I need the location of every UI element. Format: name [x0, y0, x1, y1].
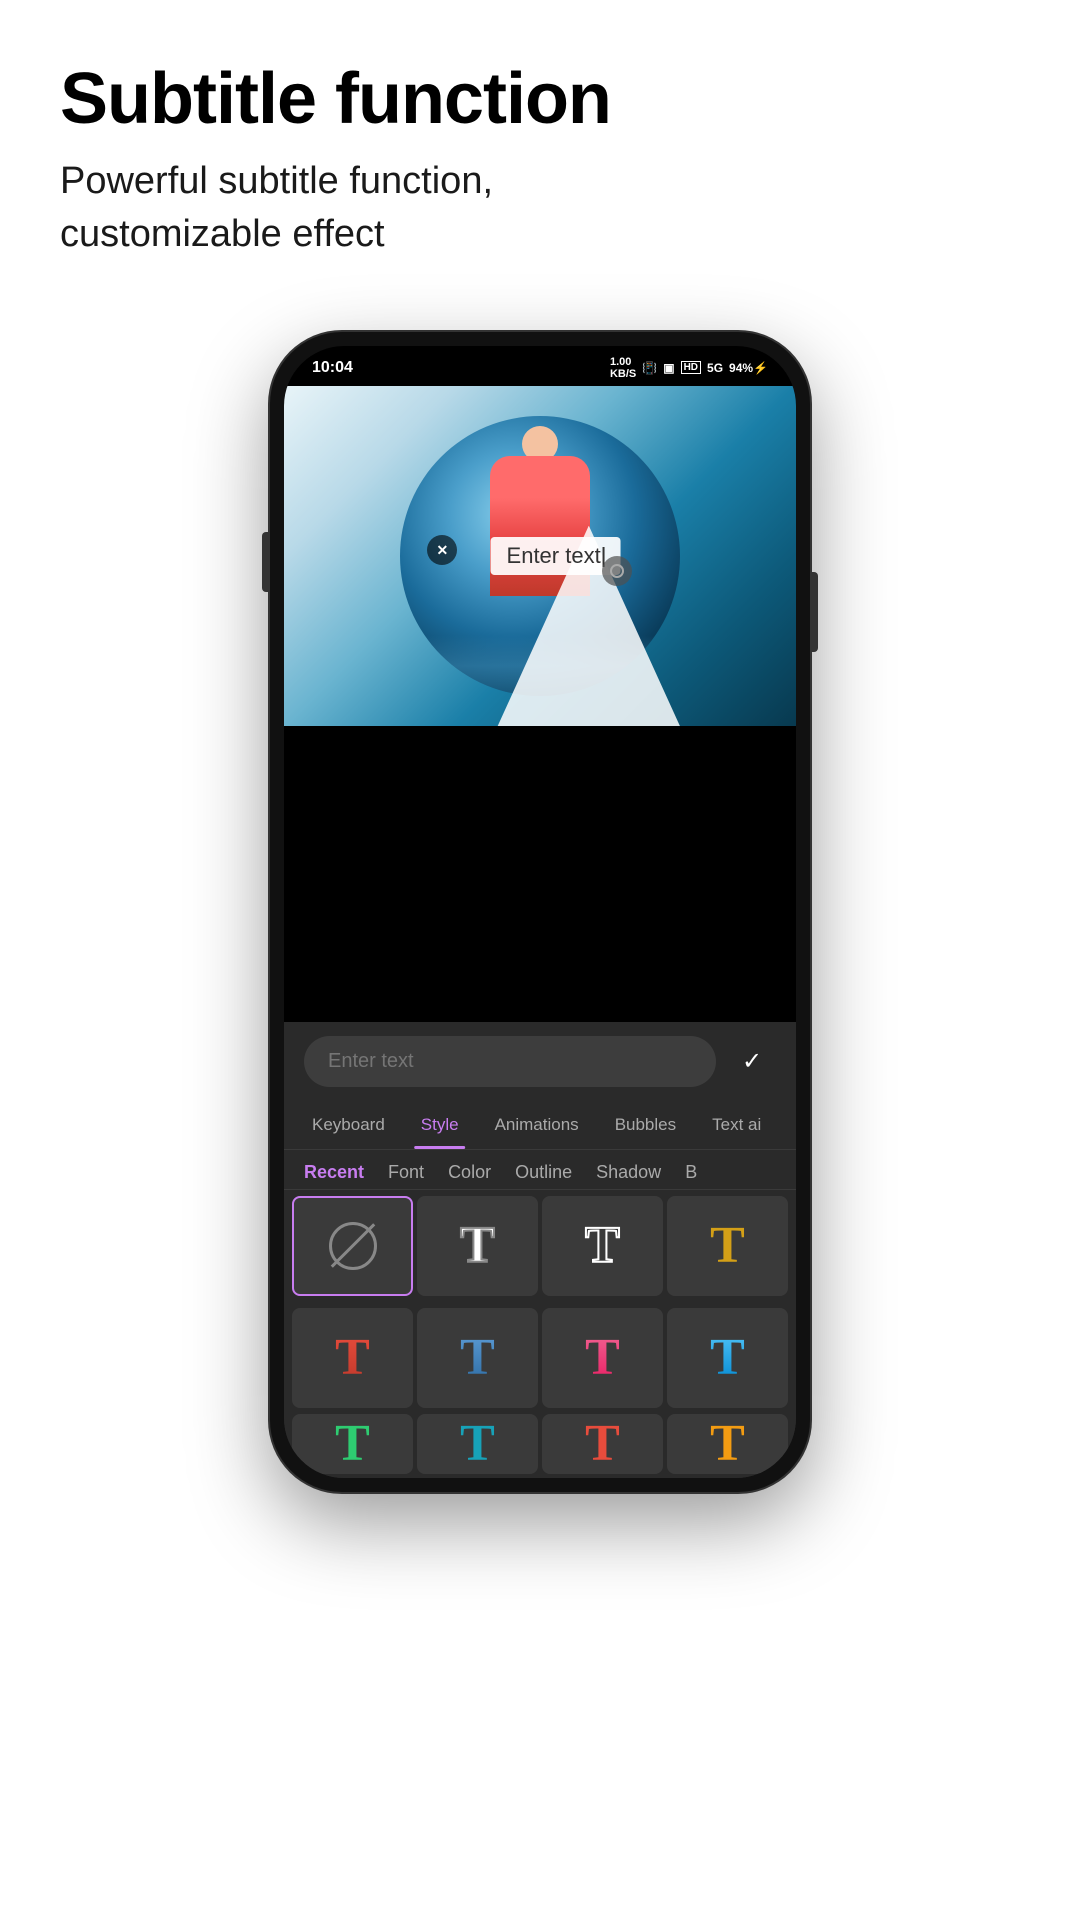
style-grid-row2: T T T T [284, 1302, 796, 1414]
phone-inner: 10:04 1.00KB/S 📳 ▣ HD 5G 94%⚡ [284, 346, 796, 1478]
sub-tab-font[interactable]: Font [388, 1162, 424, 1183]
sub-tab-recent[interactable]: Recent [304, 1162, 364, 1183]
t-letter-outline: T [585, 1220, 620, 1272]
data-speed-icon: 1.00KB/S [610, 356, 636, 380]
style-cell-blue2[interactable]: T [667, 1308, 788, 1408]
phone-outer: 10:04 1.00KB/S 📳 ▣ HD 5G 94%⚡ [270, 332, 810, 1492]
text-overlay-box: Enter text [491, 537, 621, 575]
t-letter-gold: T [710, 1418, 745, 1470]
tab-keyboard[interactable]: Keyboard [294, 1101, 403, 1149]
style-cell-yellow[interactable]: T [667, 1196, 788, 1296]
t-letter-blue2: T [710, 1332, 745, 1384]
overlay-enter-text: Enter text [507, 543, 601, 568]
status-bar: 10:04 1.00KB/S 📳 ▣ HD 5G 94%⚡ [284, 346, 796, 386]
t-letter-white-stroke: T [460, 1220, 495, 1272]
style-cell-gold[interactable]: T [667, 1414, 788, 1474]
tab-text-ai[interactable]: Text ai [694, 1101, 779, 1149]
drag-handle[interactable] [602, 556, 632, 586]
style-cell-red2[interactable]: T [542, 1414, 663, 1474]
t-letter-blue: T [460, 1332, 495, 1384]
style-cell-red[interactable]: T [292, 1308, 413, 1408]
t-letter-cyan: T [460, 1418, 495, 1470]
black-spacer [284, 726, 796, 1022]
style-grid-row3: T T T T [284, 1414, 796, 1478]
style-cell-pink[interactable]: T [542, 1308, 663, 1408]
battery-icon: 94%⚡ [729, 361, 768, 375]
text-input-row: ✓ [284, 1022, 796, 1101]
sub-tab-bar: Recent Font Color Outline Shadow B [284, 1150, 796, 1190]
sub-tab-color[interactable]: Color [448, 1162, 491, 1183]
bottom-panel: ✓ Keyboard Style Animations Bubbles Text… [284, 1022, 796, 1478]
style-cell-white-stroke[interactable]: T [417, 1196, 538, 1296]
video-content: Enter text ✕ [284, 386, 796, 726]
status-time: 10:04 [312, 359, 353, 377]
phone-mockup: 10:04 1.00KB/S 📳 ▣ HD 5G 94%⚡ [0, 332, 1080, 1492]
page-title: Subtitle function [60, 60, 1020, 139]
video-area: Enter text ✕ [284, 386, 796, 726]
page-header: Subtitle function Powerful subtitle func… [0, 0, 1080, 302]
t-letter-green: T [335, 1418, 370, 1470]
sub-tab-shadow[interactable]: Shadow [596, 1162, 661, 1183]
prohibit-icon [329, 1222, 377, 1270]
style-cell-outline[interactable]: T [542, 1196, 663, 1296]
style-cell-cyan[interactable]: T [417, 1414, 538, 1474]
confirm-button[interactable]: ✓ [728, 1037, 776, 1085]
t-letter-red2: T [585, 1418, 620, 1470]
main-tab-bar: Keyboard Style Animations Bubbles Text a… [284, 1101, 796, 1150]
vibrate-icon: 📳 [642, 361, 657, 375]
style-cell-blue[interactable]: T [417, 1308, 538, 1408]
wifi-icon: ▣ [663, 361, 674, 375]
hd-icon: HD [681, 361, 701, 374]
sub-tab-outline[interactable]: Outline [515, 1162, 572, 1183]
sub-tab-b[interactable]: B [685, 1162, 697, 1183]
t-letter-pink: T [585, 1332, 620, 1384]
signal-icon: 5G [707, 361, 723, 375]
page-subtitle: Powerful subtitle function, customizable… [60, 155, 1020, 261]
style-cell-none[interactable] [292, 1196, 413, 1296]
style-cell-green[interactable]: T [292, 1414, 413, 1474]
style-grid-row1: T T T [284, 1190, 796, 1302]
drag-handle-inner [610, 564, 624, 578]
t-letter-yellow: T [710, 1220, 745, 1272]
t-letter-red: T [335, 1332, 370, 1384]
tab-style[interactable]: Style [403, 1101, 477, 1149]
status-icons: 1.00KB/S 📳 ▣ HD 5G 94%⚡ [610, 356, 768, 380]
tab-bubbles[interactable]: Bubbles [597, 1101, 694, 1149]
tab-animations[interactable]: Animations [477, 1101, 597, 1149]
subtitle-text-input[interactable] [304, 1036, 716, 1087]
